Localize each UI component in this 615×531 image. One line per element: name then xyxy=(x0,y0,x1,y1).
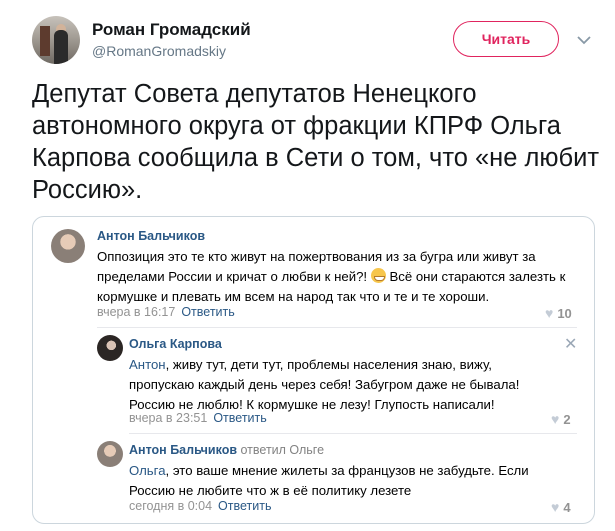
follow-button[interactable]: Читать xyxy=(453,21,559,57)
author-display-name[interactable]: Роман Громадский xyxy=(92,20,251,40)
comment-divider xyxy=(97,327,577,328)
comment-author[interactable]: Ольга Карпова xyxy=(129,337,222,351)
comment-meta: вчера в 16:17 Ответить xyxy=(97,305,235,319)
close-icon[interactable]: ✕ xyxy=(564,334,577,354)
comment-text: Оппозиция это те кто живут на пожертвова… xyxy=(97,247,567,307)
replied-to: ответил Ольге xyxy=(240,443,325,457)
reply-link[interactable]: Ответить xyxy=(181,305,234,319)
mention-link[interactable]: Ольга xyxy=(129,463,166,478)
comment-time: сегодня в 0:04 xyxy=(129,499,213,513)
comment-text-part: , живу тут, дети тут, проблемы населения… xyxy=(129,357,520,412)
heart-icon: ♥ xyxy=(545,305,554,321)
comment-avatar[interactable] xyxy=(51,229,85,263)
attached-image[interactable]: Антон Бальчиков Оппозиция это те кто жив… xyxy=(32,216,595,524)
chevron-down-icon[interactable] xyxy=(572,28,596,52)
grinning-emoji-icon xyxy=(370,268,386,283)
like-count: 2 xyxy=(563,412,571,427)
heart-icon: ♥ xyxy=(551,411,560,427)
avatar-person xyxy=(54,30,68,64)
comment-author-name[interactable]: Антон Бальчиков xyxy=(129,443,237,457)
author-avatar[interactable] xyxy=(32,16,80,64)
comment-text-part: , это ваше мнение жилеты за французов не… xyxy=(129,463,529,498)
mention-link[interactable]: Антон xyxy=(129,357,166,372)
comment-meta: вчера в 23:51 Ответить xyxy=(129,411,267,425)
like-counter[interactable]: ♥ 10 xyxy=(545,305,572,321)
comment-meta: сегодня в 0:04 Ответить xyxy=(129,499,271,513)
like-counter[interactable]: ♥ 4 xyxy=(551,499,571,515)
comment-time: вчера в 23:51 xyxy=(129,411,208,425)
tweet-header: Роман Громадский @RomanGromadskiy Читать xyxy=(32,14,602,70)
comment-text: Ольга, это ваше мнение жилеты за француз… xyxy=(129,461,569,501)
comment-text: Антон, живу тут, дети тут, проблемы насе… xyxy=(129,355,549,415)
comment-avatar[interactable] xyxy=(97,441,123,467)
author-handle[interactable]: @RomanGromadskiy xyxy=(92,43,226,59)
reply-link[interactable]: Ответить xyxy=(213,411,266,425)
like-count: 10 xyxy=(557,306,572,321)
comment-author[interactable]: Антон Бальчиков ответил Ольге xyxy=(129,443,324,457)
comment-author[interactable]: Антон Бальчиков xyxy=(97,229,205,243)
avatar-tower xyxy=(40,26,50,56)
comment-avatar[interactable] xyxy=(97,335,123,361)
like-counter[interactable]: ♥ 2 xyxy=(551,411,571,427)
reply-link[interactable]: Ответить xyxy=(218,499,271,513)
like-count: 4 xyxy=(563,500,571,515)
comment-divider xyxy=(129,433,577,434)
comment-time: вчера в 16:17 xyxy=(97,305,176,319)
tweet-text: Депутат Совета депутатов Ненецкого автон… xyxy=(32,80,600,204)
heart-icon: ♥ xyxy=(551,499,560,515)
